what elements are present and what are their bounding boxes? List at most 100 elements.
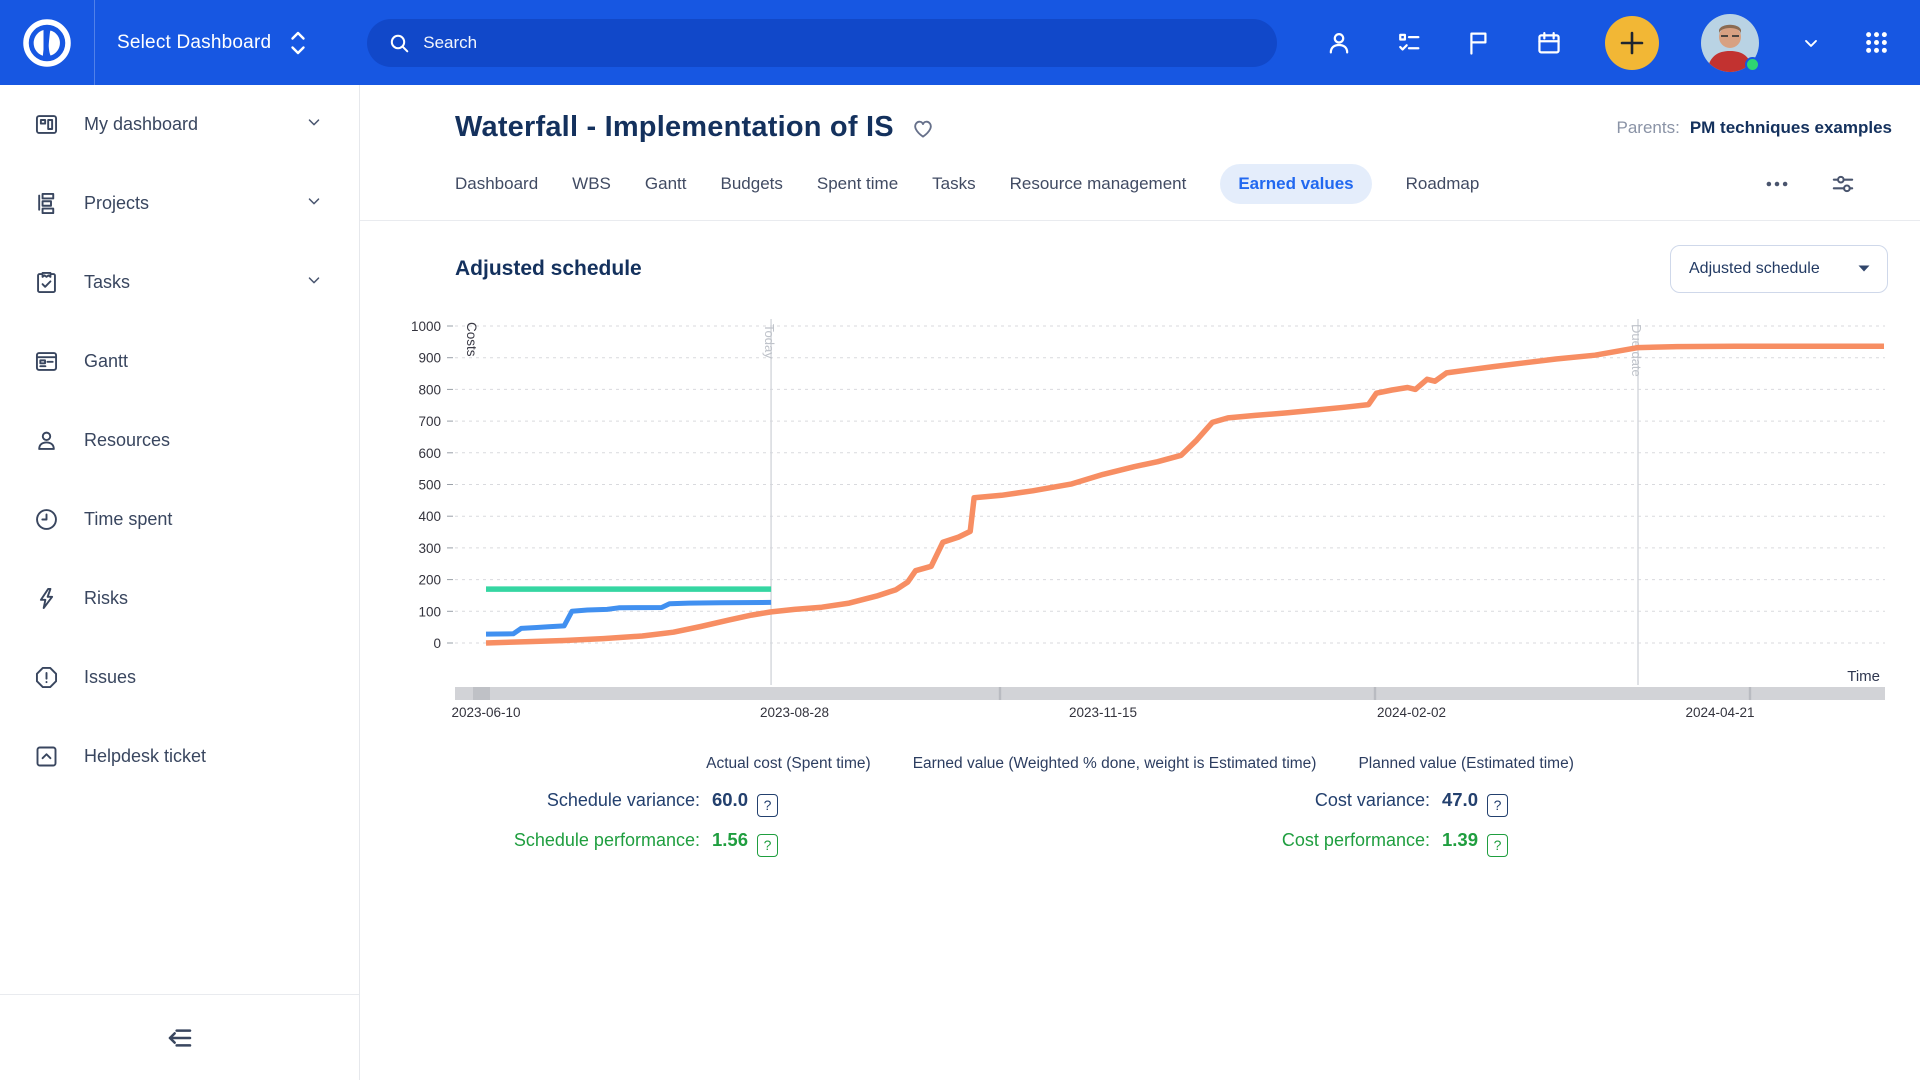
dashboard-selector-label: Select Dashboard xyxy=(117,32,271,54)
parent-project-link[interactable]: PM techniques examples xyxy=(1690,118,1892,137)
sidebar-item-label: Projects xyxy=(84,193,149,214)
module-settings-sliders-icon[interactable] xyxy=(1830,171,1856,197)
tasks-icon xyxy=(33,269,60,296)
easy-project-logo-icon xyxy=(21,17,73,69)
svg-text:700: 700 xyxy=(418,414,441,429)
svg-text:1000: 1000 xyxy=(411,319,441,334)
schedule-variance-help-icon[interactable]: ? xyxy=(757,794,778,817)
schedule-variance-label: Schedule variance: xyxy=(547,790,700,810)
cost-variance-help-icon[interactable]: ? xyxy=(1487,794,1508,817)
svg-text:200: 200 xyxy=(418,573,441,588)
tab-tasks[interactable]: Tasks xyxy=(932,164,975,204)
tab-wbs[interactable]: WBS xyxy=(572,164,611,204)
global-search xyxy=(367,19,1277,67)
schedule-variance-value: 60.0 xyxy=(712,789,748,810)
tab-earned-values[interactable]: Earned values xyxy=(1220,164,1371,204)
sidebar-footer xyxy=(0,994,359,1080)
legend-item-actual-cost[interactable]: Actual cost (Spent time) xyxy=(706,755,871,773)
tab-budgets[interactable]: Budgets xyxy=(721,164,783,204)
tab-spent-time[interactable]: Spent time xyxy=(817,164,898,204)
collapse-arrow-icon xyxy=(164,1022,196,1054)
cost-performance-help-icon[interactable]: ? xyxy=(1487,834,1508,857)
sidebar-item-risks[interactable]: Risks xyxy=(0,559,359,638)
chart-legend: Actual cost (Spent time) Earned value (We… xyxy=(360,755,1920,773)
schedule-performance-metric: Schedule performance: 1.56? xyxy=(360,829,778,857)
sidebar-item-label: Gantt xyxy=(84,351,128,372)
schedule-performance-help-icon[interactable]: ? xyxy=(757,834,778,857)
app: Select Dashboard xyxy=(0,0,1920,1080)
apps-grid-icon[interactable] xyxy=(1863,29,1890,56)
sidebar-item-projects[interactable]: Projects xyxy=(0,164,359,243)
user-icon[interactable] xyxy=(1325,29,1353,57)
tab-gantt[interactable]: Gantt xyxy=(645,164,687,204)
tab-dashboard[interactable]: Dashboard xyxy=(455,164,538,204)
chevron-down-icon xyxy=(305,271,323,294)
more-tabs-icon[interactable] xyxy=(1764,171,1790,197)
line-chart[interactable]: 01002003004005006007008009001000CostsTod… xyxy=(360,307,1920,722)
project-tabs: Dashboard WBS Gantt Budgets Spent time Tasks R… xyxy=(455,164,1892,220)
svg-text:900: 900 xyxy=(418,351,441,366)
app-logo[interactable] xyxy=(0,0,95,85)
gantt-icon xyxy=(33,348,60,375)
flag-icon[interactable] xyxy=(1465,29,1493,57)
chevron-down-icon xyxy=(305,192,323,215)
projects-icon xyxy=(33,190,60,217)
earned-value-chart: 01002003004005006007008009001000CostsTod… xyxy=(360,307,1920,727)
cost-variance-value: 47.0 xyxy=(1442,789,1478,810)
parents-label: Parents: xyxy=(1617,118,1680,137)
svg-text:300: 300 xyxy=(418,541,441,556)
collapse-sidebar-button[interactable] xyxy=(164,1022,196,1054)
topbar: Select Dashboard xyxy=(0,0,1920,85)
sidebar-item-helpdesk-ticket[interactable]: Helpdesk ticket xyxy=(0,717,359,796)
legend-item-earned-value[interactable]: Earned value (Weighted % done, weight is… xyxy=(913,755,1317,773)
calendar-icon[interactable] xyxy=(1535,29,1563,57)
schedule-performance-value: 1.56 xyxy=(712,829,748,850)
svg-text:100: 100 xyxy=(418,604,441,619)
select-triangle-icon xyxy=(1857,260,1871,278)
svg-text:2024-02-02: 2024-02-02 xyxy=(1377,705,1446,720)
user-avatar[interactable] xyxy=(1701,14,1759,72)
resources-icon xyxy=(33,427,60,454)
sidebar-item-label: Resources xyxy=(84,430,170,451)
series-planned-value xyxy=(486,346,1884,643)
clock-icon xyxy=(33,506,60,533)
svg-text:600: 600 xyxy=(418,446,441,461)
schedule-type-select[interactable]: Adjusted schedule xyxy=(1670,245,1888,293)
sidebar-item-time-spent[interactable]: Time spent xyxy=(0,480,359,559)
schedule-performance-label: Schedule performance: xyxy=(514,830,700,850)
sidebar-item-label: Risks xyxy=(84,588,128,609)
sidebar-item-tasks[interactable]: Tasks xyxy=(0,243,359,322)
sidebar-item-resources[interactable]: Resources xyxy=(0,401,359,480)
chart-scrollbar xyxy=(455,687,1885,700)
cost-performance-value: 1.39 xyxy=(1442,829,1478,850)
annotation-label: Today xyxy=(762,324,777,359)
quick-add-button[interactable] xyxy=(1605,16,1659,70)
sidebar-item-issues[interactable]: Issues xyxy=(0,638,359,717)
sidebar: My dashboard Projects Tasks Gantt Resources T… xyxy=(0,85,360,1080)
tasks-checklist-icon[interactable] xyxy=(1395,29,1423,57)
dashboard-selector[interactable]: Select Dashboard xyxy=(117,28,309,58)
svg-text:500: 500 xyxy=(418,478,441,493)
x-axis-title: Time xyxy=(1847,668,1880,685)
profile-chevron-down-icon[interactable] xyxy=(1801,33,1821,53)
project-header: Waterfall - Implementation of IS Parents… xyxy=(360,85,1920,221)
sidebar-item-my-dashboard[interactable]: My dashboard xyxy=(0,85,359,164)
cost-variance-label: Cost variance: xyxy=(1315,790,1430,810)
breadcrumb: Parents: PM techniques examples xyxy=(1617,118,1893,138)
select-chevrons-icon xyxy=(287,28,309,58)
tab-roadmap[interactable]: Roadmap xyxy=(1406,164,1480,204)
tab-resource-management[interactable]: Resource management xyxy=(1010,164,1187,204)
sidebar-item-label: Time spent xyxy=(84,509,172,530)
sidebar-item-gantt[interactable]: Gantt xyxy=(0,322,359,401)
svg-text:2024-04-21: 2024-04-21 xyxy=(1685,705,1754,720)
chevron-down-icon xyxy=(305,113,323,136)
svg-text:2023-08-28: 2023-08-28 xyxy=(760,705,829,720)
risks-icon xyxy=(33,585,60,612)
svg-text:2023-06-10: 2023-06-10 xyxy=(451,705,520,720)
earned-value-metrics: Schedule variance: 60.0? Cost variance: 47… xyxy=(360,789,1508,857)
topbar-icons xyxy=(1325,14,1920,72)
page-title: Waterfall - Implementation of IS xyxy=(455,111,894,144)
favorite-heart-icon[interactable] xyxy=(910,115,936,141)
search-input[interactable] xyxy=(423,33,1257,53)
legend-item-planned-value[interactable]: Planned value (Estimated time) xyxy=(1358,755,1573,773)
